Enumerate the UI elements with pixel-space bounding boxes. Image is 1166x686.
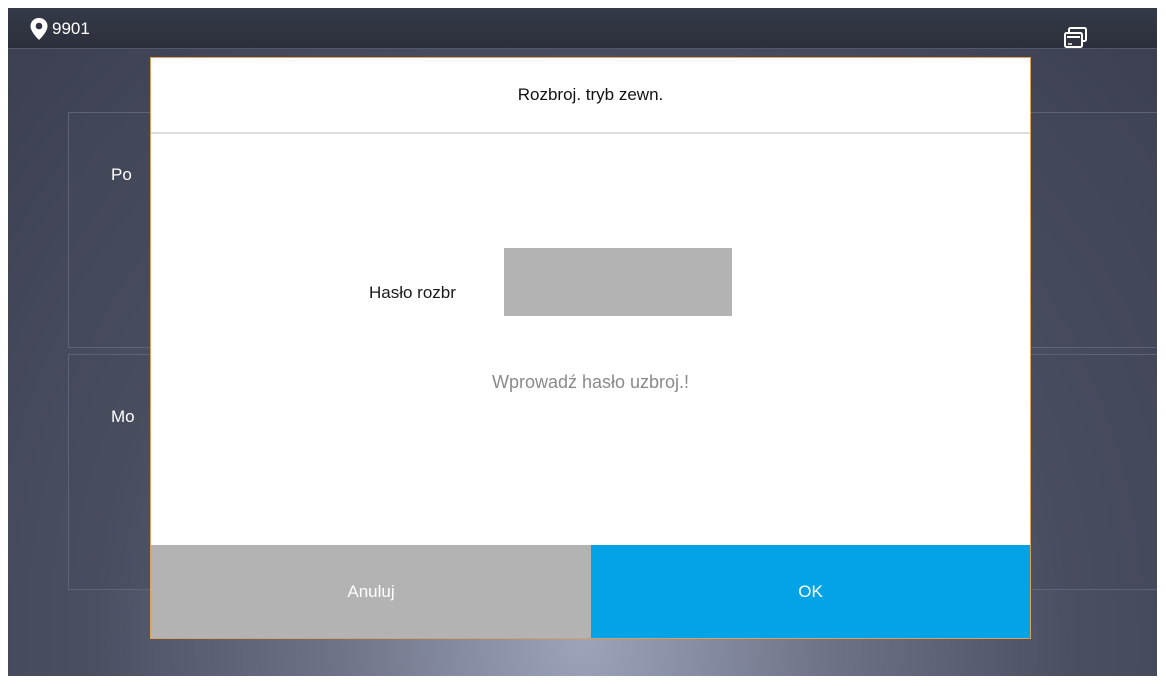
location-indicator: 9901 [30,18,90,40]
background-card-1-label: Po [111,165,132,184]
password-input[interactable] [504,248,732,316]
cancel-button[interactable]: Anuluj [151,545,591,638]
disarm-dialog: Rozbroj. tryb zewn. Hasło rozbr Wprowadź… [151,58,1030,638]
cancel-button-label: Anuluj [347,581,395,601]
dialog-header: Rozbroj. tryb zewn. [151,58,1030,134]
room-number: 9901 [52,19,90,38]
ok-button[interactable]: OK [591,545,1030,638]
location-pin-icon [30,18,48,40]
ok-button-label: OK [798,581,823,601]
dialog-title: Rozbroj. tryb zewn. [517,85,664,104]
multi-screen-icon[interactable] [1064,27,1088,49]
hint-message: Wprowadź hasło uzbroj.! [491,372,690,392]
screen: 9901 Po Mo Rozbroj. tryb zewn. Hasło roz… [8,8,1157,676]
top-status-bar: 9901 [8,8,1157,49]
background-card-2-label: Mo [111,407,135,426]
password-label: Hasło rozbr [369,283,456,302]
